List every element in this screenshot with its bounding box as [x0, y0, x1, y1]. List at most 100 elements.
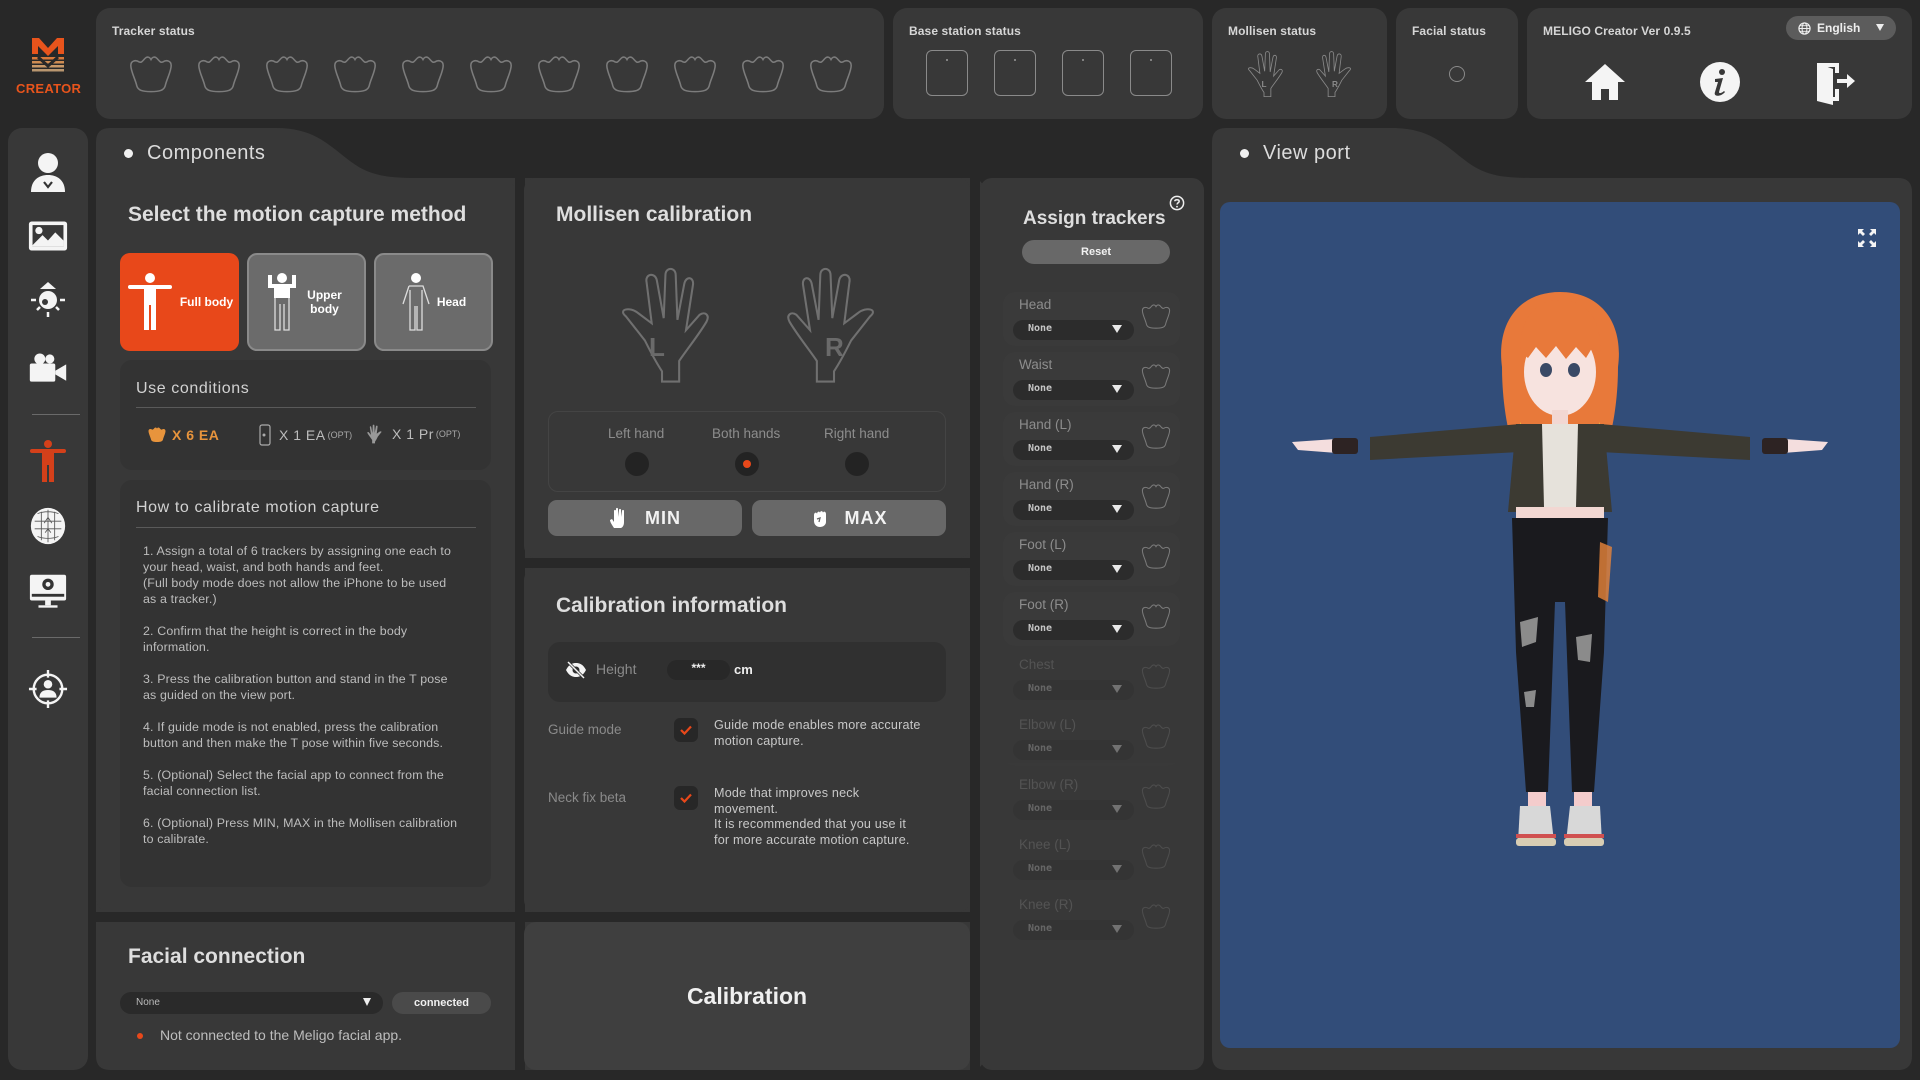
tracker-select[interactable]: None	[1013, 560, 1134, 580]
chevron-down-icon	[1876, 24, 1884, 31]
language-select[interactable]: English	[1786, 16, 1896, 40]
tracker-select[interactable]: None	[1013, 500, 1134, 520]
column-gap	[970, 178, 980, 1070]
row-gap	[96, 912, 520, 922]
hand-letter: L	[649, 332, 665, 362]
left-hand-radio[interactable]	[625, 452, 649, 476]
row-gap	[520, 558, 975, 568]
visibility-off-icon[interactable]	[565, 660, 587, 680]
tracker-select-value: None	[1028, 803, 1053, 814]
viewport-tab[interactable]: View port	[1240, 142, 1351, 165]
viewport-canvas[interactable]	[1220, 202, 1900, 1048]
tracker-select[interactable]: None	[1013, 320, 1134, 340]
head-mode-button[interactable]: Head	[374, 253, 493, 351]
right-hand-outline-icon	[776, 265, 892, 385]
tracker-icon	[1140, 304, 1172, 330]
open-hand-icon	[610, 507, 624, 528]
method-title: Select the motion capture method	[128, 203, 467, 226]
left-glove-status-icon: L	[1241, 50, 1287, 98]
step-text: 4. If guide mode is not enabled, press t…	[143, 720, 444, 750]
motion-capture-body-icon[interactable]	[28, 440, 68, 482]
tracker-assign-row: Head None	[1003, 292, 1180, 346]
left-hand-outline-icon	[604, 265, 720, 385]
components-tab[interactable]: Components	[124, 142, 265, 165]
tracker-assign-row: Foot (R) None	[1003, 592, 1180, 646]
avatar-user-icon[interactable]	[28, 153, 68, 193]
min-label: MIN	[645, 507, 681, 528]
full-body-mode-button[interactable]: Full body	[120, 253, 239, 351]
tracker-assign-row: Hand (R) None	[1003, 472, 1180, 526]
tracker-icon	[1140, 544, 1172, 570]
app-info-panel: MELIGO Creator Ver 0.9.5 English	[1527, 8, 1912, 119]
mode-label: Full body	[179, 295, 234, 309]
avatar-target-icon[interactable]	[28, 669, 68, 709]
both-hands-radio[interactable]	[735, 452, 759, 476]
chevron-down-icon	[1112, 625, 1122, 633]
tracker-select-value: None	[1028, 383, 1053, 394]
facial-connect-button[interactable]: connected	[392, 992, 491, 1014]
panel-title: Tracker status	[112, 24, 195, 38]
help-icon[interactable]	[1169, 195, 1185, 211]
tracker-requirement: X 6 EA	[146, 427, 219, 443]
sidebar-divider	[32, 637, 80, 638]
neck-fix-checkbox[interactable]	[674, 786, 698, 810]
info-icon[interactable]	[1699, 61, 1741, 103]
tracker-select: None	[1013, 920, 1134, 940]
right-hand-radio[interactable]	[845, 452, 869, 476]
step-text: 5. (Optional) Select the facial app to c…	[143, 768, 444, 798]
how-to-title: How to calibrate motion capture	[136, 499, 380, 516]
language-value: English	[1817, 21, 1861, 35]
background-image-icon[interactable]	[28, 216, 68, 256]
phone-icon	[259, 424, 271, 446]
tracker-icon	[1140, 904, 1172, 930]
base-station-icon	[1062, 50, 1104, 96]
facial-status-panel: Facial status	[1396, 8, 1518, 119]
calibration-button[interactable]: Calibration	[524, 922, 970, 1070]
home-icon[interactable]	[1583, 62, 1627, 102]
guide-mode-description: Guide mode enables more accurate motion …	[714, 718, 921, 748]
tracker-slot-label: Hand (R)	[1019, 477, 1074, 492]
tracker-assign-row: Elbow (R) None	[1003, 772, 1180, 826]
base-station-icon	[926, 50, 968, 96]
tracker-assign-row: Elbow (L) None	[1003, 712, 1180, 766]
height-input[interactable]: ***	[667, 660, 730, 680]
tracker-icon	[148, 427, 166, 442]
meligo-logo-icon	[32, 38, 64, 72]
monitor-settings-icon[interactable]	[28, 571, 68, 611]
facial-app-select[interactable]: None	[120, 992, 383, 1014]
tracker-icon	[1140, 424, 1172, 450]
reset-button[interactable]: Reset	[1022, 240, 1170, 264]
tracker-slot-label: Foot (L)	[1019, 537, 1067, 552]
exit-icon[interactable]	[1815, 59, 1857, 105]
chevron-down-icon	[1112, 385, 1122, 393]
tracker-select[interactable]: None	[1013, 620, 1134, 640]
upper-body-mode-button[interactable]: Upper body	[247, 253, 366, 351]
tracker-slot-label: Elbow (L)	[1019, 717, 1077, 732]
tracker-select-value: None	[1028, 683, 1053, 694]
base-station-icon	[994, 50, 1036, 96]
lighting-lamp-icon[interactable]	[28, 280, 68, 320]
tracker-slot-label: Head	[1019, 297, 1052, 312]
max-button[interactable]: MAX	[752, 500, 946, 536]
how-to-steps: 1. Assign a total of 6 trackers by assig…	[143, 543, 463, 863]
glove-requirement: X 1 Pr (OPT)	[366, 424, 460, 444]
chevron-down-icon	[1112, 505, 1122, 513]
tracker-status-icon	[124, 56, 178, 94]
face-mesh-icon[interactable]	[28, 506, 68, 546]
height-unit: cm	[734, 662, 753, 677]
tracker-select[interactable]: None	[1013, 440, 1134, 460]
step-text: 6. (Optional) Press MIN, MAX in the Moll…	[143, 816, 458, 846]
tab-label: Components	[147, 142, 266, 164]
panel-title: Mollisen status	[1228, 24, 1317, 38]
video-camera-icon[interactable]	[28, 348, 68, 388]
tracker-select[interactable]: None	[1013, 380, 1134, 400]
tracker-select-value: None	[1028, 563, 1053, 574]
tracker-status-icon	[328, 56, 382, 94]
min-button[interactable]: MIN	[548, 500, 742, 536]
neck-fix-label: Neck fix beta	[548, 790, 627, 805]
head-only-icon	[402, 273, 430, 331]
mollisen-title: Mollisen calibration	[556, 203, 753, 226]
radio-label: Right hand	[824, 426, 890, 441]
tracker-select: None	[1013, 860, 1134, 880]
guide-mode-checkbox[interactable]	[674, 718, 698, 742]
